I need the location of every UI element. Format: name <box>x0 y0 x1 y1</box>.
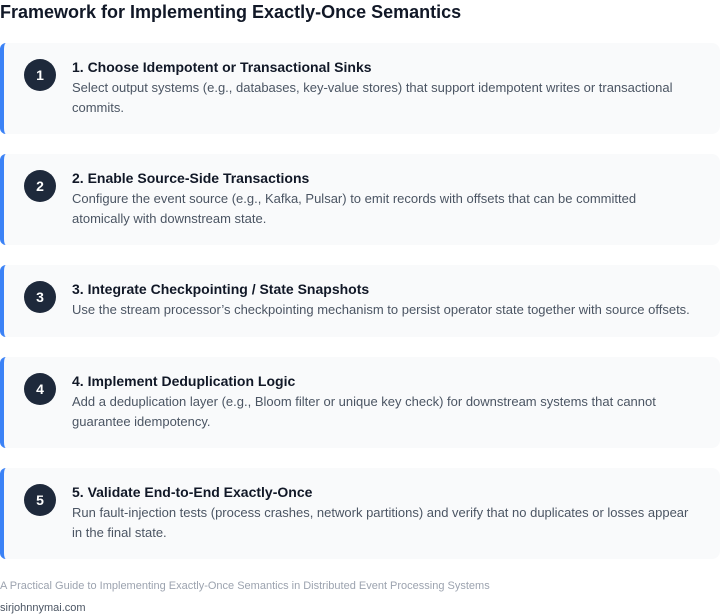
step-number-badge: 4 <box>24 373 56 405</box>
page-title: Framework for Implementing Exactly-Once … <box>0 2 462 22</box>
step-card-4: 4 4. Implement Deduplication Logic Add a… <box>0 357 720 448</box>
step-title: 1. Choose Idempotent or Transactional Si… <box>72 59 372 75</box>
step-card-1: 1 1. Choose Idempotent or Transactional … <box>0 43 720 134</box>
step-title: 2. Enable Source-Side Transactions <box>72 170 310 186</box>
step-card-5: 5 5. Validate End-to-End Exactly-Once Ru… <box>0 468 720 559</box>
step-title: 3. Integrate Checkpointing / State Snaps… <box>72 281 370 297</box>
step-number-badge: 3 <box>24 281 56 313</box>
step-number-badge: 2 <box>24 170 56 202</box>
step-description: Configure the event source (e.g., Kafka,… <box>72 191 637 226</box>
footer-caption: A Practical Guide to Implementing Exactl… <box>0 580 490 592</box>
footer-site-link[interactable]: sirjohnnymai.com <box>0 601 86 615</box>
step-card-3: 3 3. Integrate Checkpointing / State Sna… <box>0 265 720 337</box>
step-card-2: 2 2. Enable Source-Side Transactions Con… <box>0 154 720 245</box>
step-number-badge: 5 <box>24 484 56 516</box>
step-description: Add a deduplication layer (e.g., Bloom f… <box>72 394 656 429</box>
step-title: 5. Validate End-to-End Exactly-Once <box>72 484 313 500</box>
step-description: Run fault-injection tests (process crash… <box>72 505 689 540</box>
step-list: 1 1. Choose Idempotent or Transactional … <box>0 43 720 579</box>
step-number-badge: 1 <box>24 59 56 91</box>
step-description: Select output systems (e.g., databases, … <box>72 80 673 115</box>
step-description: Use the stream processor’s checkpointing… <box>72 302 690 317</box>
step-title: 4. Implement Deduplication Logic <box>72 373 296 389</box>
